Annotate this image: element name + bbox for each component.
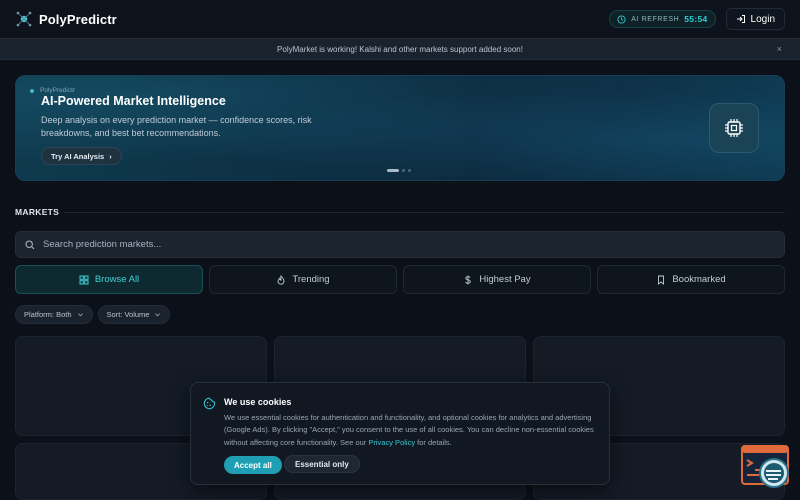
markets-divider bbox=[64, 212, 785, 213]
market-tabs: Browse All Trending Highest Pay Bookmark… bbox=[15, 265, 785, 294]
tab-label: Browse All bbox=[94, 274, 140, 285]
hero-description: Deep analysis on every prediction market… bbox=[41, 115, 312, 138]
essential-only-button[interactable]: Essential only bbox=[284, 455, 360, 473]
tab-label: Bookmarked bbox=[672, 274, 726, 285]
assistant-widget-icon[interactable] bbox=[741, 444, 791, 490]
grid-icon bbox=[79, 275, 89, 284]
tab-highest-pay[interactable]: Highest Pay bbox=[403, 265, 591, 294]
carousel-dots bbox=[387, 169, 411, 172]
chip-icon-box bbox=[709, 103, 759, 153]
try-ai-analysis-button[interactable]: Try AI Analysis › bbox=[41, 147, 122, 165]
chevron-down-icon bbox=[77, 313, 83, 317]
hero-banner: PolyPredictr AI-Powered Market Intellige… bbox=[15, 75, 785, 181]
cookie-text-end: for details. bbox=[415, 437, 452, 447]
chevron-right-icon: › bbox=[109, 151, 112, 161]
hero-tag: PolyPredictr bbox=[30, 87, 75, 94]
tab-label: Trending bbox=[292, 274, 330, 285]
login-button[interactable]: Login bbox=[725, 8, 785, 30]
login-icon bbox=[736, 15, 745, 23]
hero-tag-label: PolyPredictr bbox=[40, 87, 76, 94]
cookie-text: We use essential cookies for authenticat… bbox=[224, 412, 600, 449]
carousel-dot-1[interactable] bbox=[387, 169, 399, 172]
ai-refresh-label: AI REFRESH bbox=[631, 15, 680, 23]
clock-icon bbox=[617, 14, 626, 24]
tab-bookmarked[interactable]: Bookmarked bbox=[597, 265, 785, 294]
search-icon bbox=[25, 239, 35, 249]
hero-title: AI-Powered Market Intelligence bbox=[41, 94, 226, 108]
markets-heading: MARKETS bbox=[15, 207, 60, 217]
logo[interactable]: PolyPredictr bbox=[15, 10, 117, 28]
cookie-icon bbox=[203, 397, 216, 410]
ai-refresh-badge: AI REFRESH 55:54 bbox=[609, 10, 716, 28]
chevron-down-icon bbox=[155, 313, 161, 317]
privacy-policy-link[interactable]: Privacy Policy bbox=[368, 438, 415, 447]
sort-filter[interactable]: Sort: Volume bbox=[97, 305, 171, 324]
platform-filter-label: Platform: Both bbox=[24, 310, 72, 319]
carousel-dot-2[interactable] bbox=[402, 169, 405, 172]
search-bar[interactable] bbox=[15, 231, 785, 258]
accept-all-button[interactable]: Accept all bbox=[224, 456, 282, 474]
announcement-bar: PolyMarket is working! Kalshi and other … bbox=[0, 38, 800, 60]
cookie-banner: We use cookies We use essential cookies … bbox=[190, 382, 610, 485]
tab-browse-all[interactable]: Browse All bbox=[15, 265, 203, 294]
bookmark-icon bbox=[658, 275, 665, 285]
flame-icon bbox=[277, 274, 285, 285]
try-ai-analysis-label: Try AI Analysis bbox=[51, 151, 105, 161]
close-icon[interactable]: × bbox=[777, 44, 782, 54]
tab-label: Highest Pay bbox=[479, 274, 531, 285]
top-header: PolyPredictr AI REFRESH 55:54 Login bbox=[0, 0, 800, 38]
login-label: Login bbox=[750, 13, 775, 25]
announcement-text: PolyMarket is working! Kalshi and other … bbox=[277, 44, 523, 54]
platform-filter[interactable]: Platform: Both bbox=[15, 305, 93, 324]
filters-row: Platform: Both Sort: Volume bbox=[15, 305, 171, 324]
carousel-dot-3[interactable] bbox=[408, 169, 411, 172]
dot-icon bbox=[30, 88, 34, 93]
dollar-icon bbox=[465, 275, 472, 284]
cookie-title: We use cookies bbox=[224, 397, 292, 407]
sort-filter-label: Sort: Volume bbox=[106, 310, 150, 319]
tab-trending[interactable]: Trending bbox=[209, 265, 397, 294]
ai-refresh-timer: 55:54 bbox=[684, 14, 708, 24]
logo-icon bbox=[16, 11, 32, 27]
search-input[interactable] bbox=[43, 239, 743, 250]
brand-name: PolyPredictr bbox=[39, 11, 117, 27]
cpu-chip-icon bbox=[725, 119, 743, 137]
